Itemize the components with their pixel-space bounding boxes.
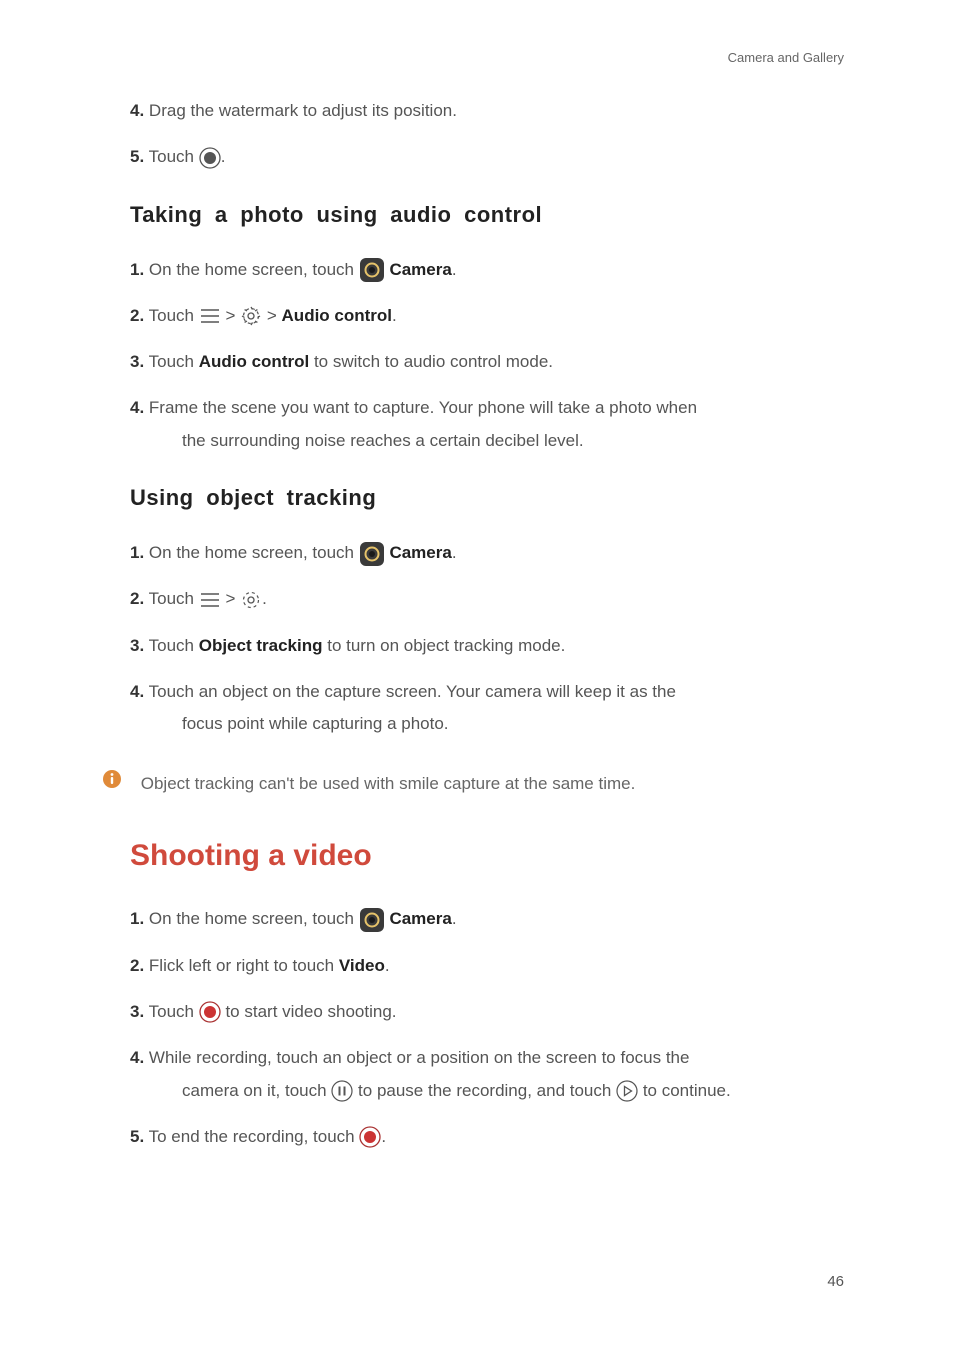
step-4: 4. Drag the watermark to adjust its posi…	[130, 95, 844, 127]
info-text: Object tracking can't be used with smile…	[141, 774, 636, 793]
step-number: 4.	[130, 682, 144, 701]
step-3: 3. Touch Audio control to switch to audi…	[130, 346, 844, 378]
running-header: Camera and Gallery	[130, 50, 844, 65]
step-number: 1.	[130, 543, 144, 562]
camera-label: Camera	[389, 543, 451, 562]
gt: >	[225, 306, 235, 325]
step-5: 5. Touch .	[130, 141, 844, 173]
camera-app-icon	[359, 907, 385, 933]
shutter-icon	[199, 147, 221, 169]
heading-audio-control: Taking a photo using audio control	[130, 202, 844, 228]
step-1: 1. On the home screen, touch Camera.	[130, 903, 844, 935]
step-4: 4. Frame the scene you want to capture. …	[130, 392, 844, 457]
step-4: 4. Touch an object on the capture screen…	[130, 676, 844, 741]
step-number: 3.	[130, 352, 144, 371]
step-text: Drag the watermark to adjust its positio…	[149, 101, 457, 120]
step-text: On the home screen, touch	[149, 260, 354, 279]
step-text: .	[262, 589, 267, 608]
gear-icon	[240, 305, 262, 327]
step-text: Touch	[149, 306, 194, 325]
step-1: 1. On the home screen, touch Camera.	[130, 537, 844, 569]
camera-label: Camera	[389, 260, 451, 279]
menu-icon	[199, 307, 221, 325]
step-5: 5. To end the recording, touch .	[130, 1121, 844, 1153]
step-text: to turn on object tracking mode.	[327, 636, 565, 655]
step-number: 5.	[130, 147, 144, 166]
stop-icon	[359, 1126, 381, 1148]
step-text: focus point while capturing a photo.	[156, 708, 844, 740]
step-number: 3.	[130, 1002, 144, 1021]
step-text: to pause the recording, and touch	[358, 1081, 611, 1100]
step-3: 3. Touch to start video shooting.	[130, 996, 844, 1028]
pause-icon	[331, 1080, 353, 1102]
step-text: Touch	[149, 636, 194, 655]
step-text: Flick left or right to touch	[149, 956, 334, 975]
step-text: While recording, touch an object or a po…	[149, 1048, 690, 1067]
step-4: 4. While recording, touch an object or a…	[130, 1042, 844, 1107]
step-text: To end the recording, touch	[149, 1127, 355, 1146]
step-text: to switch to audio control mode.	[314, 352, 553, 371]
audio-control-label: Audio control	[282, 306, 392, 325]
video-label: Video	[339, 956, 385, 975]
audio-control-steps: 1. On the home screen, touch Camera. 2. …	[130, 254, 844, 457]
gear-icon	[240, 589, 262, 611]
object-tracking-steps: 1. On the home screen, touch Camera. 2. …	[130, 537, 844, 740]
step-3: 3. Touch Object tracking to turn on obje…	[130, 630, 844, 662]
step-number: 4.	[130, 1048, 144, 1067]
step-text: .	[381, 1127, 386, 1146]
step-text: .	[221, 147, 226, 166]
step-text: to continue.	[643, 1081, 731, 1100]
camera-label: Camera	[389, 909, 451, 928]
camera-app-icon	[359, 541, 385, 567]
step-text: camera on it, touch	[182, 1081, 327, 1100]
heading-object-tracking: Using object tracking	[130, 485, 844, 511]
step-number: 4.	[130, 398, 144, 417]
audio-control-label: Audio control	[199, 352, 309, 371]
step-number: 4.	[130, 101, 144, 120]
step-1: 1. On the home screen, touch Camera.	[130, 254, 844, 286]
step-text: Touch	[149, 352, 194, 371]
step-number: 5.	[130, 1127, 144, 1146]
step-number: 1.	[130, 260, 144, 279]
gt: >	[225, 589, 235, 608]
video-steps: 1. On the home screen, touch Camera. 2. …	[130, 903, 844, 1153]
step-text: to start video shooting.	[225, 1002, 396, 1021]
step-text: Frame the scene you want to capture. You…	[149, 398, 697, 417]
step-2: 2. Flick left or right to touch Video.	[130, 950, 844, 982]
step-number: 1.	[130, 909, 144, 928]
step-number: 3.	[130, 636, 144, 655]
step-text: Touch	[149, 147, 194, 166]
step-2: 2. Touch > > Audio control.	[130, 300, 844, 332]
intro-steps: 4. Drag the watermark to adjust its posi…	[130, 95, 844, 174]
step-number: 2.	[130, 956, 144, 975]
step-text: Touch an object on the capture screen. Y…	[149, 682, 676, 701]
step-number: 2.	[130, 589, 144, 608]
object-tracking-label: Object tracking	[199, 636, 323, 655]
heading-shooting-video: Shooting a video	[130, 839, 844, 873]
info-note: Object tracking can't be used with smile…	[130, 769, 844, 800]
gt: >	[267, 306, 277, 325]
record-icon	[199, 1001, 221, 1023]
camera-app-icon	[359, 257, 385, 283]
step-text: Touch	[149, 589, 194, 608]
step-2: 2. Touch > .	[130, 583, 844, 615]
step-text: Touch	[149, 1002, 194, 1021]
step-text: On the home screen, touch	[149, 543, 354, 562]
menu-icon	[199, 591, 221, 609]
play-icon	[616, 1080, 638, 1102]
step-text: On the home screen, touch	[149, 909, 354, 928]
page-number: 46	[130, 1273, 844, 1290]
step-text: the surrounding noise reaches a certain …	[156, 425, 844, 457]
step-number: 2.	[130, 306, 144, 325]
